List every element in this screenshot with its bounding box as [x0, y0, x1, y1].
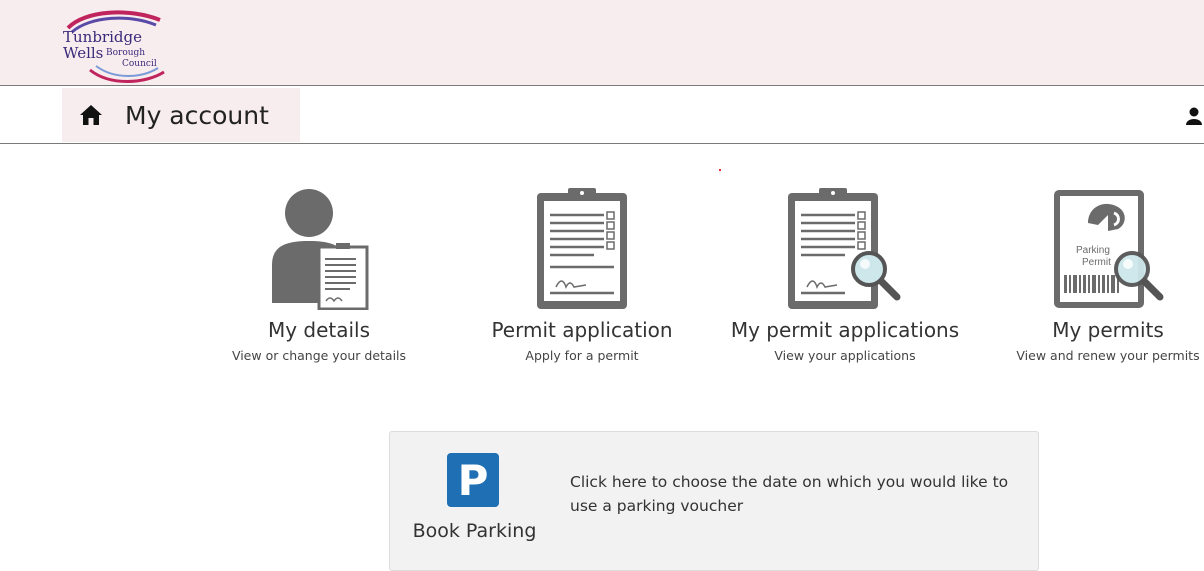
account-navbar: My account: [0, 86, 1204, 144]
site-header: Tunbridge Wells Borough Council: [0, 0, 1204, 86]
tile-my-permit-applications[interactable]: My permit applications View your applica…: [730, 170, 960, 363]
tile-title: My details: [267, 318, 371, 342]
stray-dot: [719, 169, 721, 171]
my-account-tab[interactable]: My account: [62, 88, 300, 142]
logo-text-line2: Wells: [63, 44, 104, 62]
parking-sign-icon: P: [447, 453, 499, 507]
tile-title: My permit applications: [730, 318, 960, 342]
tile-permit-application[interactable]: Permit application Apply for a permit: [467, 170, 697, 363]
tile-my-details[interactable]: My details View or change your details: [204, 170, 434, 363]
permit-graphic-text-1: Parking: [1076, 245, 1110, 256]
person-clipboard-icon: [204, 170, 434, 310]
tile-subtitle: View or change your details: [231, 348, 407, 363]
logo-text-line4: Council: [122, 59, 157, 69]
tile-subtitle: View your applications: [774, 348, 916, 363]
user-icon[interactable]: [1186, 107, 1202, 125]
parking-permit-search-icon: Parking Permit: [993, 170, 1204, 310]
tile-title: Permit application: [491, 318, 673, 342]
page-title: My account: [125, 100, 269, 130]
tile-subtitle: View and renew your permits: [1016, 348, 1200, 363]
tile-my-permits[interactable]: Parking Permit My permits View and renew…: [993, 170, 1204, 363]
tile-title: My permits: [1052, 318, 1164, 342]
clipboard-form-icon: [467, 170, 697, 310]
book-parking-label: Book Parking: [412, 520, 537, 542]
tile-subtitle: Apply for a permit: [525, 348, 639, 363]
book-parking-panel[interactable]: P Book Parking Click here to choose the …: [389, 431, 1039, 571]
book-parking-description: Click here to choose the date on which y…: [570, 473, 1009, 515]
clipboard-search-icon: [730, 170, 960, 310]
logo-text-line3: Borough: [106, 48, 146, 58]
home-icon[interactable]: [79, 103, 103, 127]
council-logo[interactable]: Tunbridge Wells Borough Council: [60, 8, 170, 86]
permit-graphic-text-2: Permit: [1082, 257, 1111, 268]
